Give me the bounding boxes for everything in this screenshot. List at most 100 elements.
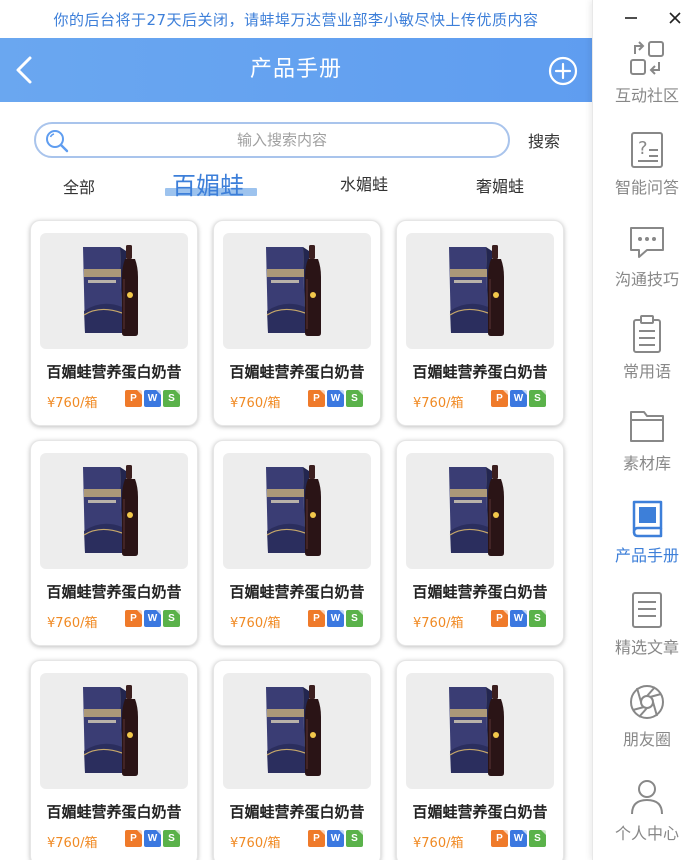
chat-icon [630,227,664,258]
file-type-icons: P W S [491,390,546,407]
folder-icon [630,411,664,442]
ppt-file-icon[interactable]: P [491,830,508,847]
word-file-icon[interactable]: W [144,390,161,407]
sidebar-item-materials[interactable]: 素材库 [593,406,700,486]
community-icon [630,41,664,75]
word-file-icon[interactable]: W [510,830,527,847]
excel-file-icon[interactable]: S [529,610,546,627]
word-file-icon[interactable]: W [327,390,344,407]
file-type-icons: P W S [125,830,180,847]
minimize-icon [625,17,637,19]
product-name: 百媚蛙营养蛋白奶昔 [412,363,548,381]
excel-file-icon[interactable]: S [163,390,180,407]
sidebar-item-label: 朋友圈 [622,730,671,749]
product-price: ¥760/箱 [230,396,281,411]
product-card[interactable]: 百媚蛙营养蛋白奶昔 ¥760/箱 P W S [213,220,381,426]
ppt-file-icon[interactable]: P [125,390,142,407]
product-card[interactable]: 百媚蛙营养蛋白奶昔 ¥760/箱 P W S [30,440,198,646]
add-circle-icon[interactable] [548,56,578,86]
product-name: 百媚蛙营养蛋白奶昔 [46,803,182,821]
tab-baimeiwa[interactable]: 百媚蛙 [172,166,244,201]
product-box-bottle-image [266,465,321,556]
tab-all[interactable]: 全部 [63,174,95,198]
product-box-bottle-image [83,245,138,336]
product-price: ¥760/箱 [47,616,98,631]
file-type-icons: P W S [308,610,363,627]
product-card[interactable]: 百媚蛙营养蛋白奶昔 ¥760/箱 P W S [213,660,381,860]
sidebar-item-product-manual[interactable]: 产品手册 [593,498,700,578]
search-box [34,122,510,158]
word-file-icon[interactable]: W [327,830,344,847]
search-input[interactable] [76,126,488,154]
sidebar-item-label: 智能问答 [614,178,679,197]
close-button[interactable] [665,8,685,28]
word-file-icon[interactable]: W [144,610,161,627]
product-card[interactable]: 百媚蛙营养蛋白奶昔 ¥760/箱 P W S [30,660,198,860]
tab-shuimeiwa[interactable]: 水媚蛙 [340,171,388,195]
excel-file-icon[interactable]: S [529,830,546,847]
sidebar-item-moments[interactable]: 朋友圈 [593,682,700,762]
ppt-file-icon[interactable]: P [308,390,325,407]
ppt-file-icon[interactable]: P [308,830,325,847]
product-name: 百媚蛙营养蛋白奶昔 [229,363,365,381]
file-type-icons: P W S [125,610,180,627]
page-title: 产品手册 [249,57,342,82]
product-name: 百媚蛙营养蛋白奶昔 [46,583,182,601]
excel-file-icon[interactable]: S [163,610,180,627]
sidebar-item-community[interactable]: 互动社区 [593,38,700,118]
product-price: ¥760/箱 [230,616,281,631]
product-image [406,673,554,789]
sidebar-item-communication-tips[interactable]: 沟通技巧 [593,222,700,302]
product-price: ¥760/箱 [230,836,281,851]
sidebar-item-label: 互动社区 [614,86,679,105]
ppt-file-icon[interactable]: P [308,610,325,627]
word-file-icon[interactable]: W [327,610,344,627]
minimize-button[interactable] [621,8,641,28]
sidebar-item-label: 素材库 [622,454,671,473]
user-icon [631,780,663,815]
product-card[interactable]: 百媚蛙营养蛋白奶昔 ¥760/箱 P W S [396,660,564,860]
file-type-icons: P W S [491,610,546,627]
file-type-icons: P W S [125,390,180,407]
tab-shemeiwa[interactable]: 奢媚蛙 [476,173,524,197]
word-file-icon[interactable]: W [510,610,527,627]
sidebar-item-phrases[interactable]: 常用语 [593,314,700,394]
ppt-file-icon[interactable]: P [491,610,508,627]
ppt-file-icon[interactable]: P [125,830,142,847]
word-file-icon[interactable]: W [144,830,161,847]
search-icon [46,130,69,153]
product-box-bottle-image [449,685,504,776]
product-image [40,673,188,789]
sidebar-item-profile[interactable]: 个人中心 [593,776,700,856]
sidebar-item-articles[interactable]: 精选文章 [593,590,700,670]
product-price: ¥760/箱 [413,396,464,411]
ppt-file-icon[interactable]: P [125,610,142,627]
excel-file-icon[interactable]: S [346,610,363,627]
sidebar-item-label: 沟通技巧 [614,270,679,289]
excel-file-icon[interactable]: S [529,390,546,407]
product-price: ¥760/箱 [47,396,98,411]
excel-file-icon[interactable]: S [163,830,180,847]
product-card[interactable]: 百媚蛙营养蛋白奶昔 ¥760/箱 P W S [396,220,564,426]
product-box-bottle-image [266,685,321,776]
svg-text:?: ? [638,138,648,159]
product-card[interactable]: 百媚蛙营养蛋白奶昔 ¥760/箱 P W S [396,440,564,646]
product-image [40,453,188,569]
sidebar-item-label: 个人中心 [614,824,679,843]
product-box-bottle-image [266,245,321,336]
excel-file-icon[interactable]: S [346,390,363,407]
clipboard-icon [633,315,661,353]
product-card[interactable]: 百媚蛙营养蛋白奶昔 ¥760/箱 P W S [213,440,381,646]
search-button[interactable]: 搜索 [528,128,560,152]
sidebar-item-smart-qa[interactable]: ? 智能问答 [593,130,700,210]
excel-file-icon[interactable]: S [346,830,363,847]
product-name: 百媚蛙营养蛋白奶昔 [46,363,182,381]
product-card[interactable]: 百媚蛙营养蛋白奶昔 ¥760/箱 P W S [30,220,198,426]
article-icon [632,592,662,628]
sidebar-item-label: 常用语 [622,362,671,381]
qa-icon: ? [631,132,663,168]
product-price: ¥760/箱 [413,836,464,851]
ppt-file-icon[interactable]: P [491,390,508,407]
word-file-icon[interactable]: W [510,390,527,407]
product-box-bottle-image [83,685,138,776]
